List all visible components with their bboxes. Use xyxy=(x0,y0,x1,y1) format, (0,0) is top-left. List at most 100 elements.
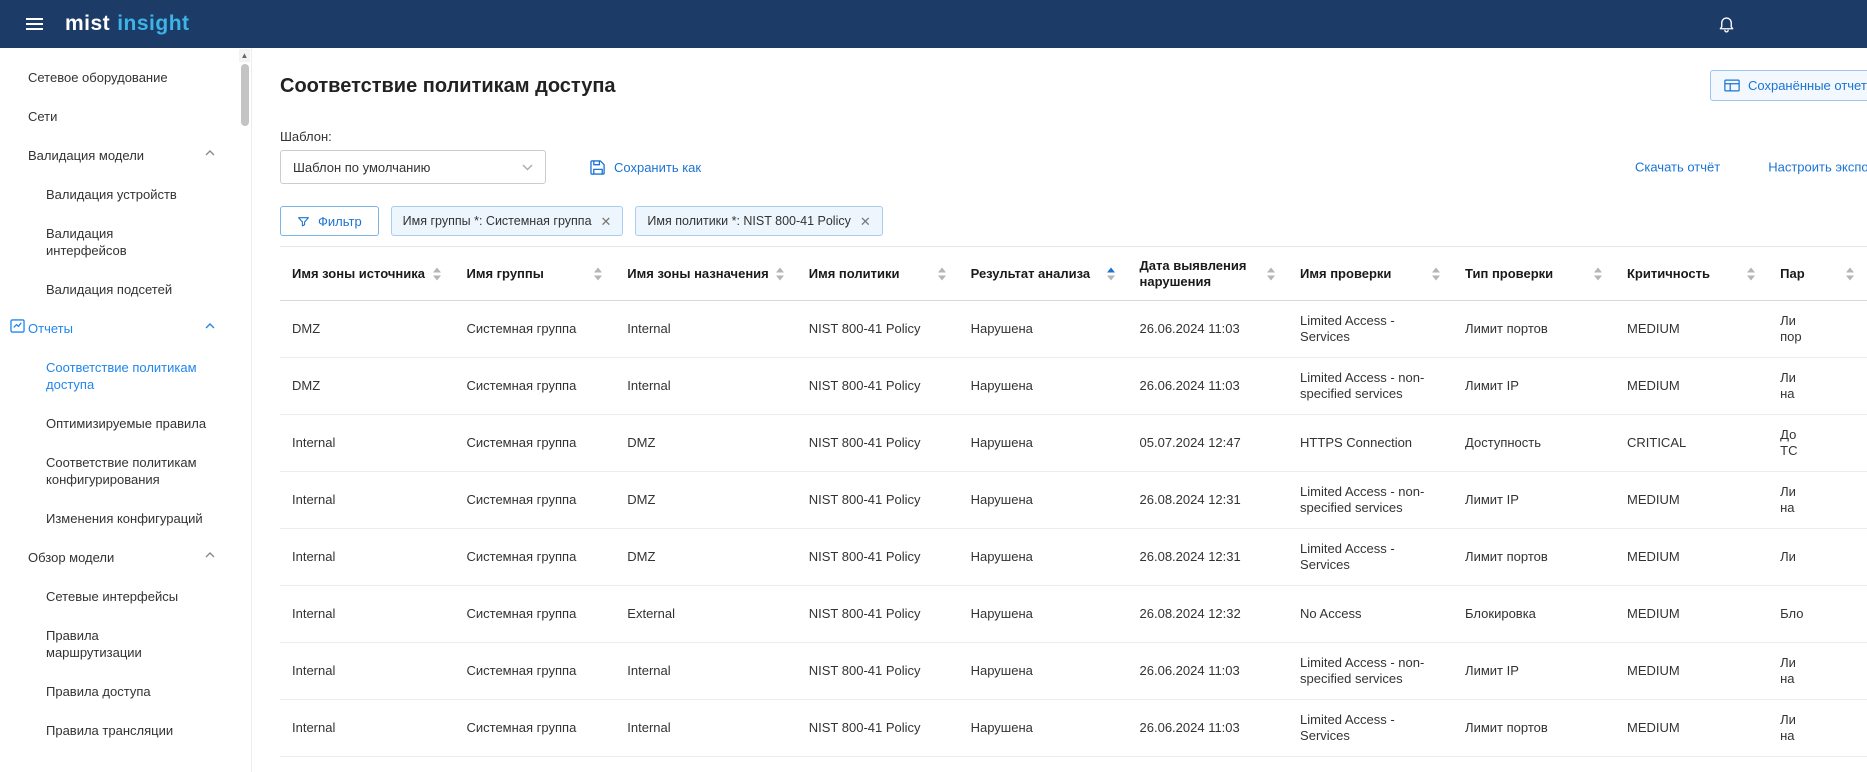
scroll-up-icon[interactable]: ▲ xyxy=(239,49,250,62)
sort-icon[interactable] xyxy=(1747,267,1756,280)
sort-icon[interactable] xyxy=(1846,267,1854,280)
table-row: Internal Системная группа DMZ NIST 800-41 P… xyxy=(280,414,1867,472)
sidebar-item-access-rules[interactable]: Правила доступа xyxy=(0,672,251,711)
configure-export-link[interactable]: Настроить экспорт xyxy=(1768,160,1867,175)
sort-icon[interactable] xyxy=(1432,267,1441,280)
cell-params: Бло xyxy=(1768,585,1867,643)
cell-criticality: MEDIUM xyxy=(1614,528,1769,586)
sidebar-item-reports[interactable]: Отчеты xyxy=(0,309,251,348)
cell-check_type: Лимит портов xyxy=(1453,699,1615,757)
sidebar-item-networks[interactable]: Сети xyxy=(0,97,251,136)
cell-source_zone: Internal xyxy=(280,699,455,757)
column-header-source_zone[interactable]: Имя зоны источника xyxy=(280,246,455,301)
cell-result: Нарушена xyxy=(958,414,1128,472)
sidebar-item-config-changes[interactable]: Изменения конфигураций xyxy=(0,499,251,538)
column-header-group[interactable]: Имя группы xyxy=(454,246,616,301)
filter-button[interactable]: Фильтр xyxy=(280,206,379,236)
cell-date: 26.06.2024 11:03 xyxy=(1127,300,1289,358)
chevron-down-icon xyxy=(522,164,533,171)
cell-result: Нарушена xyxy=(958,642,1128,700)
download-report-link[interactable]: Скачать отчёт xyxy=(1635,160,1720,175)
sidebar-item-label: Соответствие политикам доступа xyxy=(46,360,197,392)
close-icon[interactable]: ✕ xyxy=(860,215,871,228)
sidebar-item-label: Сетевое оборудование xyxy=(28,70,168,85)
cell-result: Нарушена xyxy=(958,357,1128,415)
cell-params: Ли на xyxy=(1768,357,1867,415)
cell-check_name: No Access xyxy=(1288,585,1454,643)
main-content: Соответствие политикам доступа Сохранённ… xyxy=(252,48,1867,772)
sidebar-item-label: Отчеты xyxy=(28,321,73,336)
column-header-label: Результат анализа xyxy=(970,266,1091,281)
cell-source_zone: Internal xyxy=(280,528,455,586)
sidebar-item-interface-validation[interactable]: Валидация интерфейсов xyxy=(0,214,251,270)
cell-dest_zone: Internal xyxy=(615,642,797,700)
sidebar-item-routing-rules[interactable]: Правила маршрутизации xyxy=(0,616,251,672)
column-header-date[interactable]: Дата выявления нарушения xyxy=(1127,246,1289,301)
sidebar-item-model-overview[interactable]: Обзор модели xyxy=(0,538,251,577)
cell-group: Системная группа xyxy=(454,585,616,643)
cell-criticality: MEDIUM xyxy=(1614,357,1769,415)
filter-chip-label: Имя группы *: Системная группа xyxy=(402,214,592,228)
cell-result: Нарушена xyxy=(958,585,1128,643)
table-row: Internal Системная группа DMZ NIST 800-41 P… xyxy=(280,528,1867,586)
column-header-params[interactable]: Пар xyxy=(1768,246,1867,301)
menu-icon[interactable] xyxy=(26,18,43,30)
cell-result: Нарушена xyxy=(958,300,1128,358)
sort-icon[interactable] xyxy=(594,267,603,280)
template-label: Шаблон: xyxy=(280,129,332,144)
cell-dest_zone: DMZ xyxy=(615,528,797,586)
sidebar-item-label: Правила доступа xyxy=(46,684,151,699)
cell-dest_zone: DMZ xyxy=(615,414,797,472)
column-header-criticality[interactable]: Критичность xyxy=(1614,246,1769,301)
report-links: Скачать отчёт Настроить экспорт xyxy=(1635,160,1867,175)
sidebar-item-translation-rules[interactable]: Правила трансляции xyxy=(0,711,251,750)
cell-dest_zone: DMZ xyxy=(615,471,797,529)
filter-row: Фильтр Имя группы *: Системная группа ✕ Им… xyxy=(280,206,1867,236)
cell-check_name: Limited Access - Services xyxy=(1288,528,1454,586)
cell-date: 26.08.2024 12:32 xyxy=(1127,585,1289,643)
template-select[interactable]: Шаблон по умолчанию xyxy=(280,150,546,184)
cell-date: 26.06.2024 11:03 xyxy=(1127,642,1289,700)
table-row: Internal Системная группа DMZ NIST 800-41 P… xyxy=(280,471,1867,529)
save-as-link[interactable]: Сохранить как xyxy=(590,160,701,175)
saved-reports-button[interactable]: Сохранённые отчеты xyxy=(1710,70,1867,101)
sidebar-item-model-validation[interactable]: Валидация модели xyxy=(0,136,251,175)
chevron-up-icon xyxy=(205,150,215,156)
sidebar-item-optimizable-rules[interactable]: Оптимизируемые правила xyxy=(0,404,251,443)
sidebar-scrollbar[interactable]: ▲ xyxy=(239,49,250,126)
bell-icon[interactable] xyxy=(1717,14,1736,34)
sidebar-item-label: Обзор модели xyxy=(28,550,115,565)
cell-date: 26.06.2024 11:03 xyxy=(1127,699,1289,757)
column-header-check_name[interactable]: Имя проверки xyxy=(1288,246,1454,301)
sidebar-item-device-validation[interactable]: Валидация устройств xyxy=(0,175,251,214)
cell-check_type: Лимит IP xyxy=(1453,357,1615,415)
column-header-label: Имя проверки xyxy=(1300,266,1392,281)
sidebar-item-subnet-validation[interactable]: Валидация подсетей xyxy=(0,270,251,309)
column-header-policy[interactable]: Имя политики xyxy=(796,246,959,301)
close-icon[interactable]: ✕ xyxy=(601,215,612,228)
sort-icon[interactable] xyxy=(1267,267,1276,280)
cell-date: 26.08.2024 12:31 xyxy=(1127,471,1289,529)
filter-chip[interactable]: Имя политики *: NIST 800-41 Policy ✕ xyxy=(635,206,883,236)
brand-logo: mist insight xyxy=(65,12,190,36)
sidebar-item-network-interfaces[interactable]: Сетевые интерфейсы xyxy=(0,577,251,616)
cell-check_name: Limited Access - Services xyxy=(1288,300,1454,358)
cell-group: Системная группа xyxy=(454,528,616,586)
sidebar-item-label: Оптимизируемые правила xyxy=(46,416,207,431)
sort-icon[interactable] xyxy=(937,267,946,280)
sort-icon[interactable] xyxy=(433,267,442,280)
cell-policy: NIST 800-41 Policy xyxy=(796,357,959,415)
sort-icon[interactable] xyxy=(775,267,784,280)
scrollbar-thumb[interactable] xyxy=(240,64,249,126)
column-header-result[interactable]: Результат анализа xyxy=(958,246,1128,301)
cell-policy: NIST 800-41 Policy xyxy=(796,528,959,586)
sort-icon[interactable] xyxy=(1593,267,1602,280)
filter-chip[interactable]: Имя группы *: Системная группа ✕ xyxy=(390,206,624,236)
sidebar-item-access-policy-compliance[interactable]: Соответствие политикам доступа xyxy=(0,348,251,404)
sort-icon[interactable] xyxy=(1106,267,1115,280)
sidebar-item-network-equipment[interactable]: Сетевое оборудование xyxy=(0,58,251,97)
column-header-dest_zone[interactable]: Имя зоны назначения xyxy=(615,246,797,301)
sidebar-item-config-policy-compliance[interactable]: Соответствие политикам конфигурирования xyxy=(0,443,251,499)
column-header-check_type[interactable]: Тип проверки xyxy=(1453,246,1615,301)
sidebar-nav: Сетевое оборудование Сети Валидация модели… xyxy=(0,58,251,750)
